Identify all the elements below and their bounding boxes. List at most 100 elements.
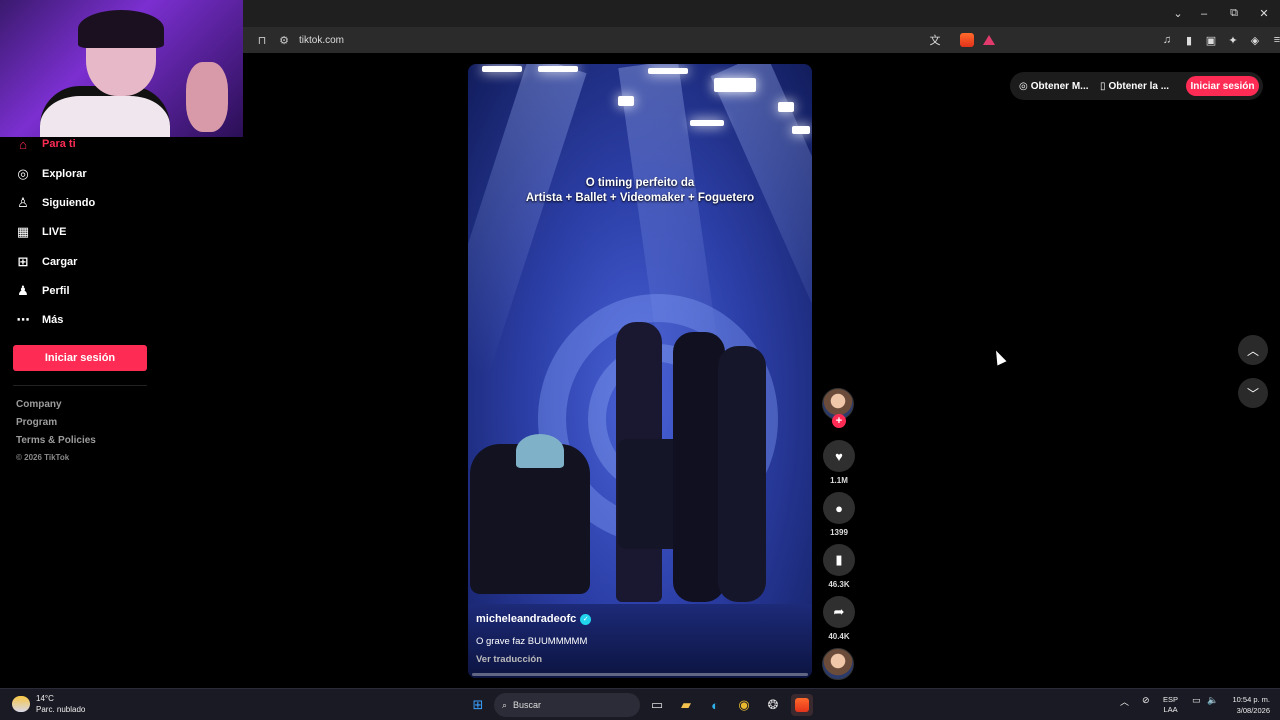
comment-button[interactable]: ●: [823, 492, 855, 524]
user-follow-icon: ♙: [17, 195, 29, 210]
menu-icon[interactable]: ≡: [1269, 32, 1280, 48]
webcam-overlay: [0, 0, 243, 137]
sidebar: ⌂ Para ti ◎ Explorar ♙ Siguiendo ▦ LIVE …: [0, 137, 243, 687]
chevron-up-icon: ︿: [1246, 343, 1259, 358]
sidebar-item-explorar[interactable]: ◎ Explorar: [14, 163, 87, 185]
video-overlay-text: O timing perfeito da Artista + Ballet + …: [468, 176, 812, 206]
follow-plus-icon[interactable]: +: [832, 414, 846, 428]
start-button[interactable]: ⊞: [467, 694, 489, 716]
wallet-icon[interactable]: ▣: [1203, 32, 1219, 48]
chevron-down-icon: ﹀: [1246, 386, 1259, 401]
sidebar-icon[interactable]: ▮: [1181, 32, 1197, 48]
share-icon: ➦: [833, 604, 845, 619]
sidebar-item-siguiendo[interactable]: ♙ Siguiendo: [14, 192, 95, 214]
comment-icon: ●: [835, 500, 843, 516]
leo-ai-icon[interactable]: ✦: [1225, 32, 1241, 48]
share-count: 40.4K: [828, 632, 850, 641]
get-app-label-1: Obtener M...: [1030, 80, 1089, 92]
brave-shields-icon[interactable]: [959, 32, 975, 48]
upload-icon: ⊞: [17, 254, 29, 269]
system-clock[interactable]: 10:54 p. m. 3/08/2026: [1226, 694, 1270, 716]
address-url[interactable]: tiktok.com: [299, 35, 344, 46]
edge-button[interactable]: ◐: [704, 694, 726, 716]
vpn-icon[interactable]: ◈: [1247, 32, 1263, 48]
address-bar[interactable]: ⊓ ⚙ tiktok.com: [251, 30, 1241, 50]
weather-widget[interactable]: 14°C Parc. nublado: [12, 693, 85, 715]
volume-icon[interactable]: 🔈: [1207, 695, 1218, 706]
see-translation-link[interactable]: Ver traducción: [476, 654, 542, 665]
app-icon: ❂: [767, 697, 779, 712]
chrome-button[interactable]: ◉: [733, 694, 755, 716]
browser-toolbar: ⊓ ⚙ tiktok.com 文 ♫ ▮ ▣ ✦ ◈ ≡: [243, 27, 1280, 53]
input-language[interactable]: ESP LAA: [1163, 695, 1178, 715]
video-progress-bar[interactable]: [472, 673, 808, 676]
dancer-man-right: [718, 346, 766, 602]
footer-link-program[interactable]: Program: [16, 417, 57, 428]
video-author-name[interactable]: micheleandradeofc: [476, 613, 576, 625]
more-icon: ⋯: [16, 312, 30, 327]
weather-icon: [12, 696, 30, 712]
overlay-line-1: O timing perfeito da: [585, 177, 695, 189]
bookmark-icon: ▮: [835, 552, 843, 567]
video-caption: O grave faz BUUMMMMM: [476, 636, 588, 647]
top-login-button[interactable]: Iniciar sesión: [1186, 76, 1259, 96]
lang-line-1: ESP: [1163, 695, 1179, 704]
taskbar-search[interactable]: ⌕ Buscar: [494, 693, 640, 717]
sound-disc-avatar[interactable]: [822, 648, 854, 680]
app-button[interactable]: ❂: [762, 694, 784, 716]
compass-icon: ◎: [1019, 80, 1028, 92]
get-app-button-1[interactable]: ◎ Obtener M...: [1019, 72, 1089, 100]
sidebar-item-label: Explorar: [42, 168, 87, 180]
heart-icon: ♥: [835, 448, 843, 464]
profile-icon: ♟: [17, 283, 29, 298]
verified-badge-icon: ✓: [580, 613, 592, 625]
overlay-line-2: Artista + Ballet + Videomaker + Fogueter…: [525, 192, 755, 204]
task-view-button[interactable]: ▭: [646, 694, 668, 716]
sidebar-item-mas[interactable]: ⋯ Más: [14, 309, 64, 331]
sidebar-item-live[interactable]: ▦ LIVE: [14, 221, 67, 243]
save-button[interactable]: ▮: [823, 544, 855, 576]
close-button[interactable]: ✕: [1249, 0, 1279, 27]
sidebar-login-button[interactable]: Iniciar sesión: [13, 345, 147, 371]
clock-date: 3/08/2026: [1236, 706, 1270, 715]
network-off-icon[interactable]: ⊘: [1142, 695, 1150, 706]
video-author[interactable]: micheleandradeofc ✓: [476, 613, 592, 625]
like-button[interactable]: ♥: [823, 440, 855, 472]
minimize-button[interactable]: –: [1189, 0, 1219, 27]
brave-rewards-icon[interactable]: [981, 32, 997, 48]
sidebar-item-label: Para ti: [42, 138, 76, 150]
next-video-button[interactable]: ﹀: [1238, 378, 1268, 408]
browser-titlebar: ⌄ – ⧉ ✕: [243, 0, 1280, 27]
media-icon[interactable]: ♫: [1159, 32, 1175, 48]
clock-time: 10:54 p. m.: [1232, 695, 1270, 704]
file-explorer-button[interactable]: ▰: [675, 694, 697, 716]
chrome-icon: ◉: [738, 697, 750, 712]
footer-link-company[interactable]: Company: [16, 399, 62, 410]
stage-light: [482, 66, 522, 72]
tray-chevron-icon[interactable]: ︿: [1120, 695, 1129, 708]
sidebar-item-perfil[interactable]: ♟ Perfil: [14, 280, 70, 302]
bookmark-icon[interactable]: ⊓: [251, 30, 273, 50]
sidebar-item-label: Más: [42, 314, 64, 326]
previous-video-button[interactable]: ︿: [1238, 335, 1268, 365]
brave-taskbar-button[interactable]: [791, 694, 813, 716]
stage-light: [778, 102, 794, 112]
footer-link-terms[interactable]: Terms & Policies: [16, 435, 96, 446]
site-info-icon[interactable]: ⚙: [273, 30, 295, 50]
sidebar-item-label: Cargar: [42, 256, 78, 268]
sidebar-item-cargar[interactable]: ⊞ Cargar: [14, 251, 78, 273]
sidebar-item-label: Perfil: [42, 285, 70, 297]
share-button[interactable]: ➦: [823, 596, 855, 628]
get-app-button-2[interactable]: ▯ Obtener la ...: [1100, 72, 1169, 100]
video-player[interactable]: O timing perfeito da Artista + Ballet + …: [468, 64, 812, 678]
search-placeholder: Buscar: [513, 700, 542, 710]
lang-line-2: LAA: [1163, 705, 1178, 714]
stage-light: [690, 120, 724, 126]
translate-icon[interactable]: 文: [927, 32, 943, 48]
display-icon[interactable]: ▭: [1192, 695, 1201, 706]
restore-button[interactable]: ⧉: [1219, 0, 1249, 27]
edge-icon: ◐: [711, 697, 719, 713]
sidebar-item-para-ti[interactable]: ⌂ Para ti: [14, 133, 76, 155]
temperature: 14°C: [36, 694, 54, 703]
weather-condition: Parc. nublado: [36, 705, 86, 714]
